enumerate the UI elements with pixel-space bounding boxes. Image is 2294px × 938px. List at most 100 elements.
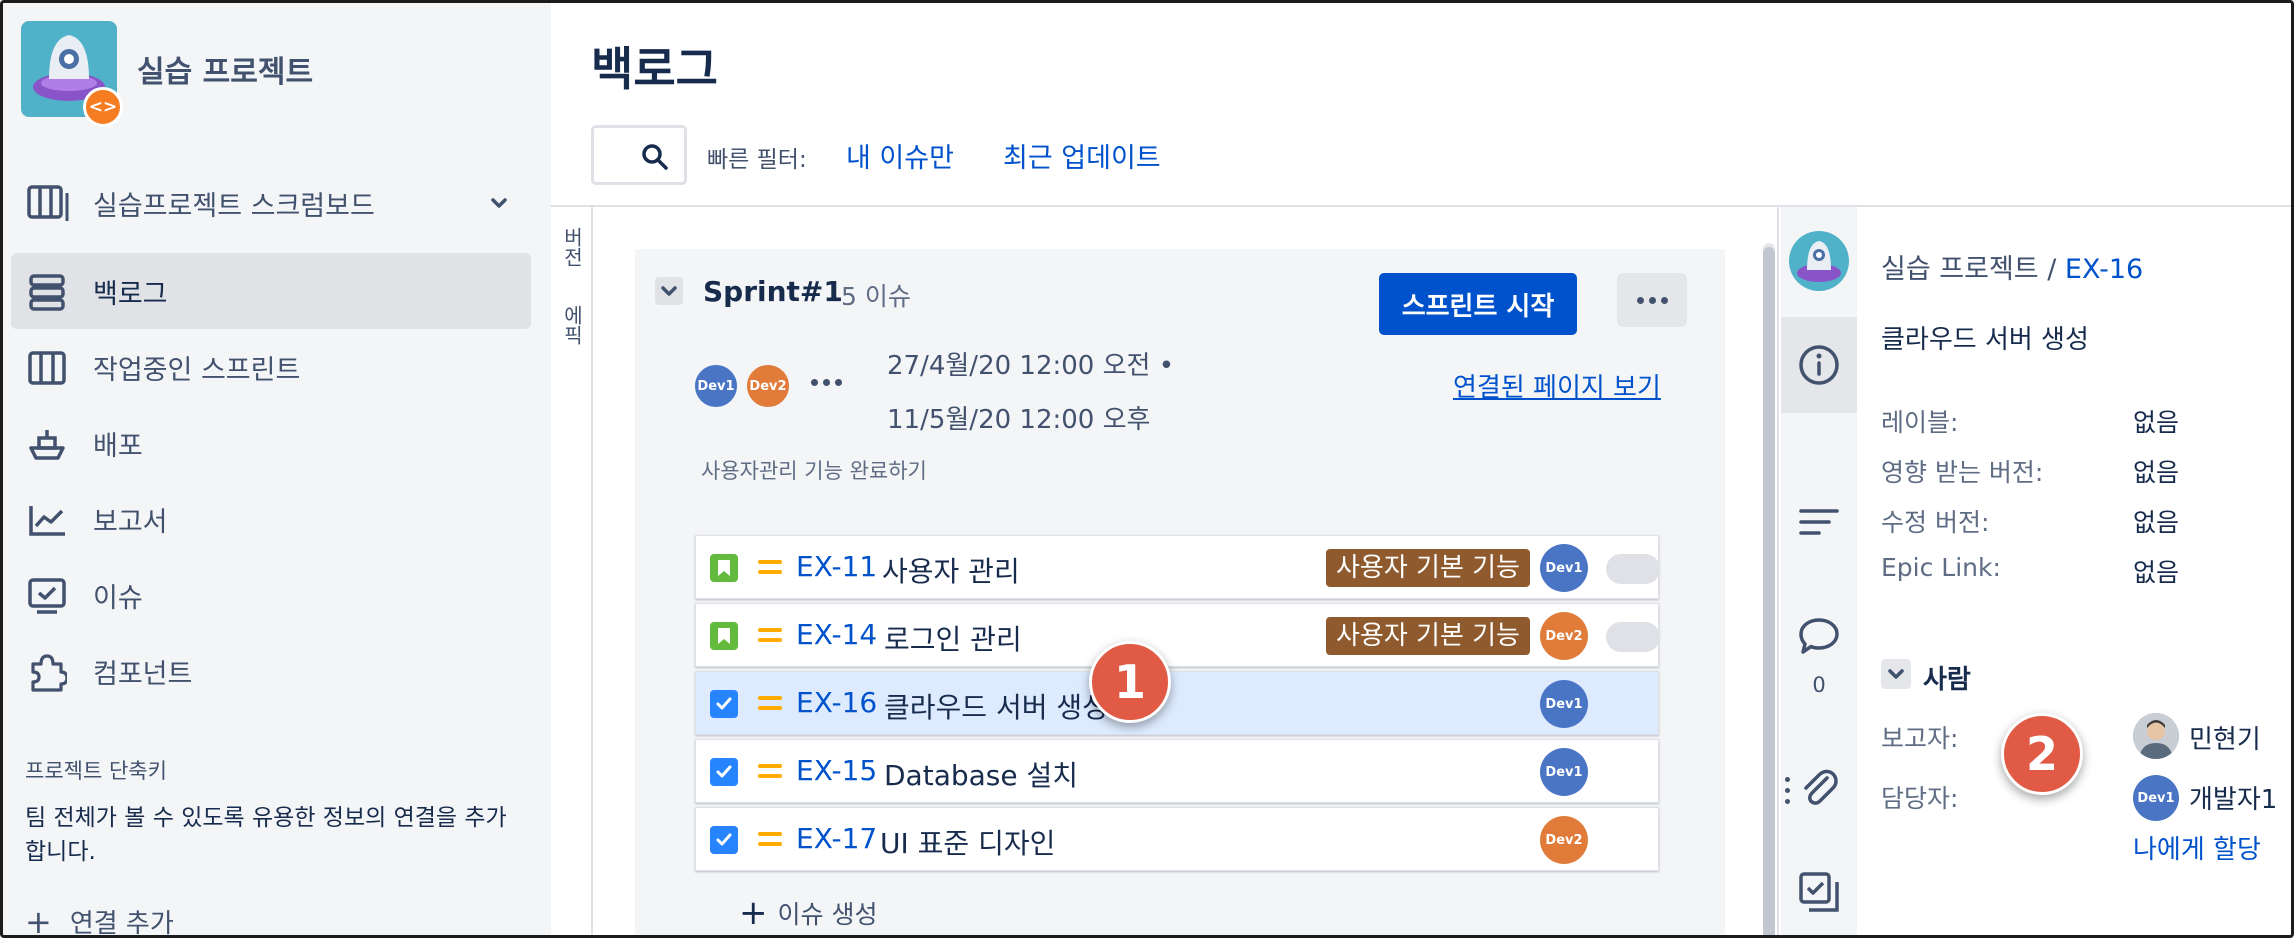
start-sprint-button[interactable]: 스프린트 시작 xyxy=(1379,273,1577,335)
estimate-badge xyxy=(1606,554,1660,584)
avatar[interactable]: Dev1 xyxy=(1540,680,1588,728)
assignee-avatar[interactable]: Dev1 xyxy=(2133,775,2179,821)
issue-row[interactable]: EX-17 UI 표준 디자인 Dev2 xyxy=(695,807,1659,871)
field-value[interactable]: 없음 xyxy=(2133,553,2179,589)
more-icon xyxy=(1617,296,1687,304)
field-label: Epic Link: xyxy=(1881,553,2001,582)
project-avatar-small[interactable] xyxy=(1781,225,1857,297)
issue-summary: 클라우드 서버 생성 xyxy=(884,691,1108,724)
search-icon xyxy=(642,144,668,170)
search-input[interactable] xyxy=(591,125,687,185)
issue-title[interactable]: 클라우드 서버 생성 xyxy=(1881,319,2089,356)
add-link-label: 연결 추가 xyxy=(69,909,174,938)
sidebar-item-components[interactable]: 컴포넌트 xyxy=(11,633,531,709)
subtasks-icon xyxy=(1799,872,1839,912)
issue-row[interactable]: EX-15 Database 설치 Dev1 xyxy=(695,739,1659,803)
avatar[interactable]: Dev1 xyxy=(693,363,739,409)
avatar[interactable]: Dev1 xyxy=(1540,748,1588,796)
sidebar-item-backlog[interactable]: 백로그 xyxy=(11,253,531,329)
priority-medium-icon xyxy=(758,696,782,716)
issue-row[interactable]: EX-11 사용자 관리 사용자 기본 기능 Dev1 xyxy=(695,535,1660,599)
issue-key[interactable]: EX-16 xyxy=(796,686,877,719)
sidebar-item-issues[interactable]: 이슈 xyxy=(11,557,531,633)
shortcuts-description: 팀 전체가 볼 수 있도록 유용한 정보의 연결을 추가합니다. xyxy=(25,805,507,865)
backlog-icon xyxy=(27,272,67,312)
shortcuts-title: 프로젝트 단축키 xyxy=(25,759,167,783)
priority-medium-icon xyxy=(758,764,782,784)
assignee-name[interactable]: 개발자1 xyxy=(2189,779,2277,816)
plus-icon: + xyxy=(25,902,52,938)
callout-badge: 1 xyxy=(1089,641,1171,723)
sidebar-item-active-sprint[interactable]: 작업중인 스프린트 xyxy=(11,329,531,405)
chart-line-icon xyxy=(27,500,67,540)
detail-panel-toolbar: 0 xyxy=(1781,207,1857,935)
issue-key[interactable]: EX-14 xyxy=(796,618,877,651)
comment-icon xyxy=(1799,618,1839,654)
plus-icon: + xyxy=(739,893,768,933)
avatar[interactable]: Dev2 xyxy=(1540,816,1588,864)
filter-recently-updated[interactable]: 최근 업데이트 xyxy=(1003,136,1161,175)
sidebar-item-label: 이슈 xyxy=(93,582,143,614)
issue-summary: UI 표준 디자인 xyxy=(880,827,1056,860)
sidebar-item-releases[interactable]: 배포 xyxy=(11,405,531,481)
sprint-name[interactable]: Sprint#1 xyxy=(703,275,843,308)
create-issue-button[interactable]: + 이슈 생성 xyxy=(739,895,877,931)
board-switcher[interactable]: 실습프로젝트 스크럼보드 xyxy=(23,175,523,231)
sidebar-item-label: 배포 xyxy=(93,430,143,462)
vertical-tab-bar: 버전 에픽 xyxy=(551,207,593,935)
backlog-scrollbar-thumb[interactable] xyxy=(1763,247,1775,935)
tab-epics[interactable]: 에픽 xyxy=(559,305,587,345)
breadcrumb: 실습 프로젝트 / EX-16 xyxy=(1881,247,2143,286)
project-name[interactable]: 실습 프로젝트 xyxy=(137,47,313,91)
issue-key[interactable]: EX-15 xyxy=(796,754,877,787)
sprint-collapse-toggle[interactable] xyxy=(655,277,683,305)
sidebar-item-reports[interactable]: 보고서 xyxy=(11,481,531,557)
avatar[interactable]: Dev2 xyxy=(1540,612,1588,660)
avatar[interactable]: Dev2 xyxy=(745,363,791,409)
chevron-down-icon xyxy=(485,189,513,221)
detail-panel-divider xyxy=(1777,207,1779,935)
people-section-toggle[interactable] xyxy=(1881,659,1911,689)
epic-label[interactable]: 사용자 기본 기능 xyxy=(1326,617,1530,655)
issue-summary: Database 설치 xyxy=(884,759,1079,792)
comments-tab[interactable] xyxy=(1781,611,1857,661)
field-value[interactable]: 없음 xyxy=(2133,453,2179,489)
add-link-button[interactable]: + 연결 추가 xyxy=(25,902,174,938)
sprint-more-button[interactable] xyxy=(1617,273,1687,327)
avatar[interactable]: Dev1 xyxy=(1540,544,1588,592)
field-value[interactable]: 없음 xyxy=(2133,503,2179,539)
subtasks-tab[interactable] xyxy=(1781,867,1857,917)
info-tab[interactable] xyxy=(1781,317,1857,413)
issue-row[interactable]: EX-16 클라우드 서버 생성 Dev1 xyxy=(695,671,1659,735)
sprint-start-date: 27/4월/20 12:00 오전 • xyxy=(887,351,1175,381)
sprint-goal: 사용자관리 기능 완료하기 xyxy=(701,459,927,483)
assign-to-me-link[interactable]: 나에게 할당 xyxy=(2133,829,2261,866)
filter-my-issues[interactable]: 내 이슈만 xyxy=(846,136,954,175)
field-value[interactable]: 없음 xyxy=(2133,403,2179,439)
issues-icon xyxy=(27,576,67,616)
puzzle-icon xyxy=(27,652,69,692)
breadcrumb-issue-key[interactable]: EX-16 xyxy=(2065,254,2143,285)
chevron-down-icon xyxy=(661,286,677,296)
issue-key[interactable]: EX-17 xyxy=(796,822,877,855)
sprint-end-date: 11/5월/20 12:00 오후 xyxy=(887,405,1151,435)
tab-versions[interactable]: 버전 xyxy=(559,227,587,267)
issue-row[interactable]: EX-14 로그인 관리 사용자 기본 기능 Dev2 xyxy=(695,603,1660,667)
details-tab[interactable] xyxy=(1781,497,1857,547)
page-title: 백로그 xyxy=(591,42,718,96)
sidebar-item-label: 백로그 xyxy=(93,278,168,310)
assignee-label: 담당자: xyxy=(1881,784,1959,813)
issue-key[interactable]: EX-11 xyxy=(796,550,877,583)
board-icon xyxy=(27,348,67,388)
reporter-avatar[interactable] xyxy=(2133,713,2179,759)
epic-label[interactable]: 사용자 기본 기능 xyxy=(1326,549,1530,587)
issue-summary: 로그인 관리 xyxy=(884,623,1022,656)
more-assignees-icon[interactable] xyxy=(811,379,842,386)
attachments-tab[interactable] xyxy=(1781,763,1857,813)
field-label: 레이블: xyxy=(1881,408,1959,437)
breadcrumb-project[interactable]: 실습 프로젝트 / xyxy=(1881,254,2056,285)
drag-handle-icon[interactable] xyxy=(1785,777,1790,810)
linked-pages-link[interactable]: 연결된 페이지 보기 xyxy=(1453,367,1661,404)
issue-summary: 사용자 관리 xyxy=(882,555,1020,588)
reporter-name[interactable]: 민현기 xyxy=(2189,719,2261,756)
